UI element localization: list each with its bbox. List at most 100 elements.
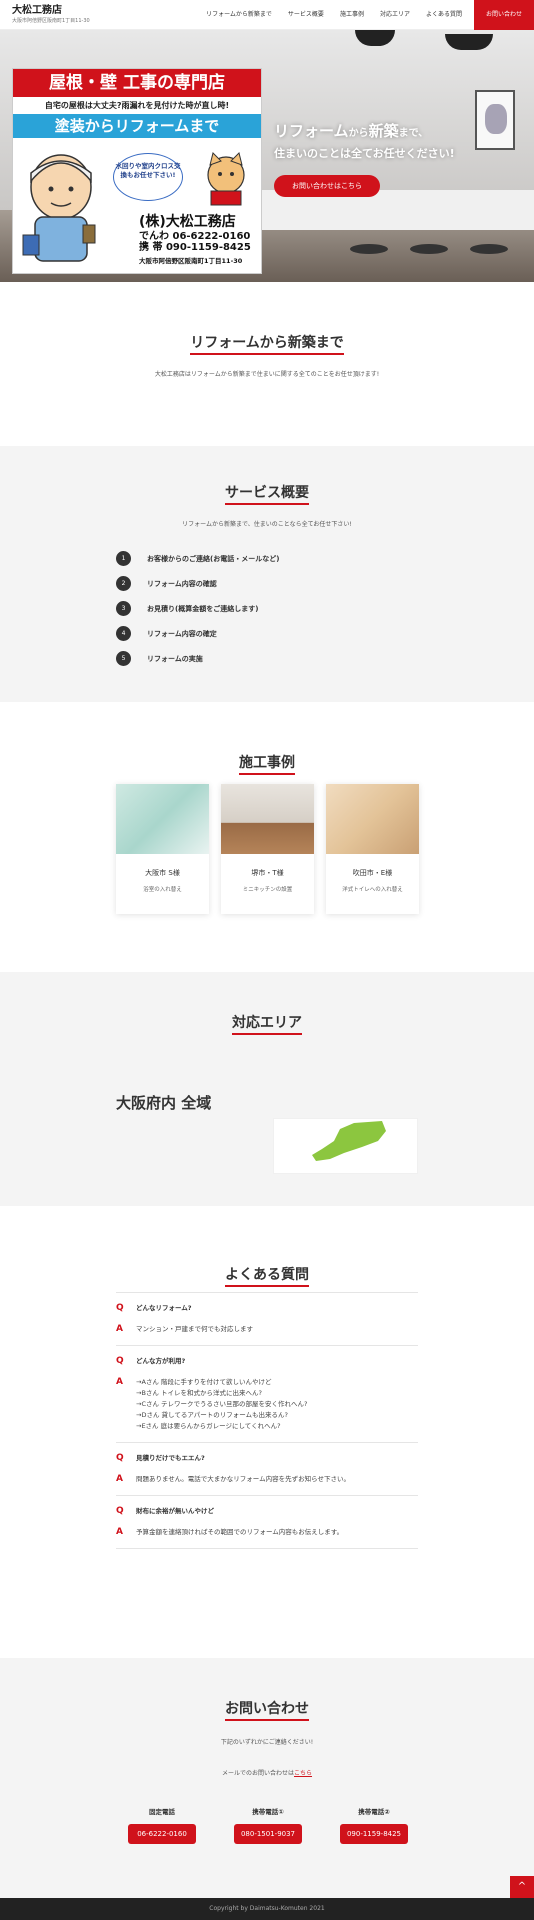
- phone-label: 固定電話: [149, 1808, 175, 1816]
- work-title: 堺市・T様: [251, 869, 284, 877]
- sign-company: (株)大松工務店 でんわ 06-6222-0160 携 帯 090-1159-8…: [139, 211, 259, 265]
- phone-button[interactable]: 090-1159-8425: [340, 1824, 408, 1844]
- stool: [410, 244, 448, 254]
- a-marker: A: [116, 1527, 123, 1537]
- q-marker: Q: [116, 1303, 124, 1313]
- phone-label: 携帯電話①: [252, 1808, 284, 1816]
- section-title: よくある質問: [0, 1264, 534, 1287]
- section-works: 施工事例 大阪市 S様 浴室の入れ替え 堺市・T様 ミニキッチンの設置 吹田市・…: [0, 702, 534, 972]
- section-lead: 大松工務店はリフォームから新築まで住まいに関する全てのことをお任せ頂けます!: [154, 371, 380, 378]
- hero-contact-button[interactable]: お問い合わせはこちら: [274, 175, 380, 197]
- work-desc: 浴室の入れ替え: [143, 887, 182, 893]
- a-marker: A: [116, 1474, 123, 1484]
- service-step: 1 お客様からのご連絡(お電話・メールなど): [116, 546, 279, 571]
- hero-headline: リフォームから新築まで、: [274, 122, 429, 140]
- a-marker: A: [116, 1324, 123, 1334]
- sign-band: 塗装からリフォームまで: [13, 114, 261, 138]
- contact-lead: 下記のいずれかにご連絡ください!: [220, 1739, 314, 1746]
- section-title: お問い合わせ: [0, 1698, 534, 1721]
- service-steps: 1 お客様からのご連絡(お電話・メールなど) 2 リフォーム内容の確認 3 お見積り(…: [116, 546, 279, 671]
- faq-question: どんなリフォーム?: [136, 1304, 192, 1312]
- faq-item: Q 見積りだけでもエエん? A 問題ありません。電話で大まかなリフォーム内容を先ずお…: [116, 1443, 418, 1496]
- work-photo-toilet: [326, 784, 419, 854]
- sign-mobile: 携 帯 090-1159-8425: [139, 242, 251, 253]
- sign-subline: 自宅の屋根は大丈夫?雨漏れを見付けた時が直し時!: [44, 101, 230, 110]
- faq-list: Q どんなリフォーム? A マンション・戸建まで何でも対応します Q どんな方が利用?…: [116, 1292, 418, 1549]
- nav-area[interactable]: 対応エリア: [372, 0, 418, 30]
- faq-item: Q どんなリフォーム? A マンション・戸建まで何でも対応します: [116, 1292, 418, 1346]
- q-marker: Q: [116, 1356, 124, 1366]
- work-photo-kitchen: [221, 784, 314, 854]
- sign-headline: 屋根・壁 工事の専門店: [13, 69, 261, 97]
- contact-mail: メールでのお問い合わせはこちら: [221, 1770, 313, 1777]
- faq-answer: 問題ありません。電話で大まかなリフォーム内容を先ずお知らせ下さい。: [136, 1475, 350, 1483]
- hero-copy: リフォームから新築まで、 住まいのことは全てお任せください! お問い合わせはこち…: [274, 120, 455, 197]
- osaka-map: [273, 1118, 418, 1174]
- service-step: 5 リフォームの実施: [116, 646, 279, 671]
- section-reform: リフォームから新築まで 大松工務店はリフォームから新築まで住まいに関する全てのこ…: [0, 282, 534, 446]
- site-logo[interactable]: 大松工務店 大阪市阿倍野区阪南町1丁目11-30: [0, 5, 150, 25]
- site-footer: Copyright by Daimatsu-Komuten 2021: [0, 1898, 534, 1920]
- work-desc: ミニキッチンの設置: [242, 887, 293, 893]
- hero-subline: 住まいのことは全てお任せください!: [274, 147, 455, 160]
- work-card[interactable]: 吹田市・E様 洋式トイレへの入れ替え: [326, 784, 419, 914]
- work-title: 吹田市・E様: [352, 869, 393, 877]
- section-title: 施工事例: [0, 752, 534, 775]
- faq-item: Q 財布に余裕が無いんやけど A 予算金額を連絡頂ければその範囲でのリフォーム内容も…: [116, 1496, 418, 1549]
- mail-link[interactable]: こちら: [294, 1770, 312, 1777]
- work-photo-bath: [116, 784, 209, 854]
- phone-label: 携帯電話②: [358, 1808, 390, 1816]
- work-desc: 洋式トイレへの入れ替え: [342, 887, 403, 893]
- painter-illustration: [22, 154, 96, 262]
- area-text: 大阪府内 全域: [116, 1094, 212, 1112]
- nav-faq[interactable]: よくある質問: [418, 0, 470, 30]
- sign-company-name: (株)大松工務店: [139, 214, 236, 230]
- site-address: 大阪市阿倍野区阪南町1丁目11-30: [12, 17, 90, 24]
- nav-reform[interactable]: リフォームから新築まで: [198, 0, 280, 30]
- sign-bubble: 水回りや室内クロス交換もお任せ下さい!: [113, 153, 183, 201]
- section-lead: リフォームから新築まで、住まいのことなら全てお任せ下さい!: [182, 521, 352, 528]
- phone-button[interactable]: 06-6222-0160: [128, 1824, 196, 1844]
- nav-service[interactable]: サービス概要: [280, 0, 332, 30]
- sign-address: 大阪市阿倍野区阪南町1丁目11-30: [139, 257, 243, 265]
- copyright: Copyright by Daimatsu-Komuten 2021: [209, 1905, 325, 1912]
- works-cards: 大阪市 S様 浴室の入れ替え 堺市・T様 ミニキッチンの設置 吹田市・E様 洋式…: [116, 784, 419, 914]
- faq-answer: →Aさん 階段に手すりを付けて欲しいんやけど →Bさん トイレを和式から洋式に出…: [136, 1378, 308, 1430]
- work-card[interactable]: 大阪市 S様 浴室の入れ替え: [116, 784, 209, 914]
- section-title: 対応エリア: [0, 1012, 534, 1035]
- work-card[interactable]: 堺市・T様 ミニキッチンの設置: [221, 784, 314, 914]
- contact-col: 携帯電話② 090-1159-8425: [340, 1806, 408, 1844]
- stool: [350, 244, 388, 254]
- contact-col: 携帯電話① 080-1501-9037: [234, 1806, 302, 1844]
- service-step: 2 リフォーム内容の確認: [116, 571, 279, 596]
- osaka-map-shape: [312, 1121, 386, 1161]
- nav-works[interactable]: 施工事例: [332, 0, 372, 30]
- section-title: リフォームから新築まで: [0, 332, 534, 355]
- main-nav: リフォームから新築まで サービス概要 施工事例 対応エリア よくある質問 お問い…: [198, 0, 534, 30]
- hero: 屋根・壁 工事の専門店 自宅の屋根は大丈夫?雨漏れを見付けた時が直し時! 塗装か…: [0, 30, 534, 282]
- q-marker: Q: [116, 1506, 124, 1516]
- contact-col: 固定電話 06-6222-0160: [128, 1806, 196, 1844]
- section-title: サービス概要: [0, 482, 534, 505]
- section-area: 対応エリア 大阪府内 全域: [0, 972, 534, 1206]
- nav-contact-button[interactable]: お問い合わせ: [473, 0, 534, 30]
- section-contact: お問い合わせ 下記のいずれかにご連絡ください! メールでのお問い合わせはこちら …: [0, 1658, 534, 1898]
- faq-question: 見積りだけでもエエん?: [136, 1454, 205, 1462]
- section-service: サービス概要 リフォームから新築まで、住まいのことなら全てお任せ下さい! 1 お客…: [0, 446, 534, 702]
- service-step: 4 リフォーム内容の確定: [116, 621, 279, 646]
- faq-answer: 予算金額を連絡頂ければその範囲でのリフォーム内容もお伝えします。: [136, 1528, 344, 1536]
- back-to-top-button[interactable]: ^: [510, 1876, 534, 1898]
- a-marker: A: [116, 1377, 123, 1387]
- contact-phones: 固定電話 06-6222-0160 携帯電話① 080-1501-9037 携帯…: [128, 1806, 408, 1844]
- site-header: 大松工務店 大阪市阿倍野区阪南町1丁目11-30 リフォームから新築まで サービ…: [0, 0, 534, 30]
- q-marker: Q: [116, 1453, 124, 1463]
- chevron-up-icon: ^: [517, 1881, 527, 1892]
- service-step: 3 お見積り(概算金額をご連絡します): [116, 596, 279, 621]
- phone-button[interactable]: 080-1501-9037: [234, 1824, 302, 1844]
- faq-item: Q どんな方が利用? A →Aさん 階段に手すりを付けて欲しいんやけど →Bさん …: [116, 1346, 418, 1443]
- faq-answer: マンション・戸建まで何でも対応します: [136, 1325, 253, 1333]
- cat-illustration: [207, 152, 245, 206]
- site-name[interactable]: 大松工務店: [12, 5, 150, 17]
- stool: [470, 244, 508, 254]
- wall-picture: [475, 90, 515, 150]
